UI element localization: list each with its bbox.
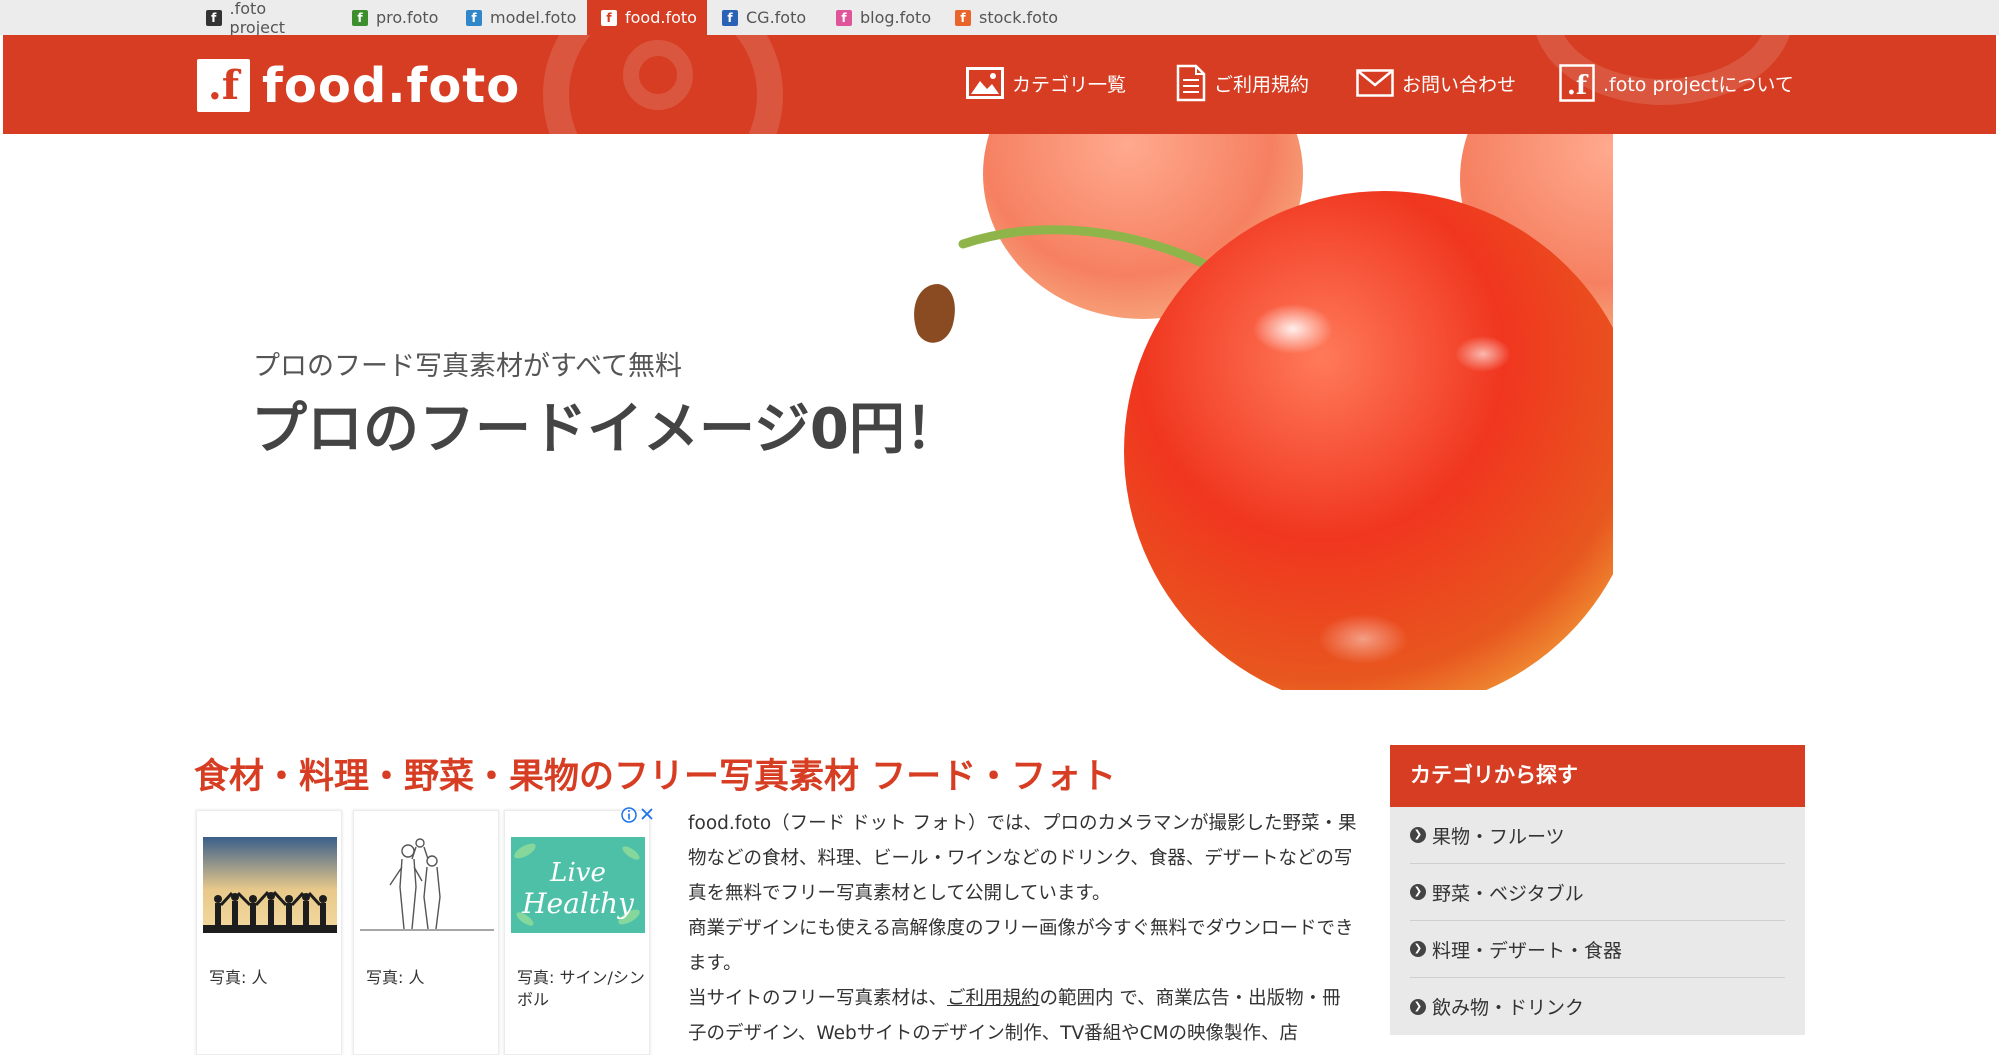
ad-card[interactable]: 写真: 人: [196, 810, 342, 1055]
logo-mark: .f: [197, 59, 250, 112]
nav-categories[interactable]: カテゴリ一覧: [966, 63, 1126, 103]
sidebar-item-fruits[interactable]: ❯ 果物・フルーツ: [1410, 807, 1785, 864]
image-icon: [966, 67, 1004, 99]
ad-image-live-healthy: Live Healthy: [511, 837, 645, 933]
intro-paragraph: food.foto（フード ドット フォト）では、プロのカメラマンが撮影した野菜…: [688, 813, 1357, 904]
sidebar-item-drinks[interactable]: ❯ 飲み物・ドリンク: [1410, 978, 1785, 1035]
stock-foto-icon: f: [955, 9, 971, 26]
chevron-right-icon: ❯: [1410, 998, 1426, 1015]
sidebar-title: カテゴリから探す: [1390, 745, 1805, 807]
sidebar-item-dishes[interactable]: ❯ 料理・デザート・食器: [1410, 921, 1785, 978]
sidebar-item-vegetables[interactable]: ❯ 野菜・ベジタブル: [1410, 864, 1785, 921]
ad-card[interactable]: Live Healthy 写真: サイン/シンボル: [504, 810, 650, 1055]
hero-subtitle: プロのフード写真素材がすべて無料: [253, 351, 683, 382]
intro-paragraph: 当サイトのフリー写真素材は、ご利用規約の範囲内 で、商業広告・出版物・冊子のデザ…: [688, 981, 1358, 1051]
site-tab-label: stock.foto: [979, 8, 1059, 27]
pro-foto-icon: f: [352, 9, 368, 26]
svg-text:Live: Live: [549, 858, 606, 888]
svg-text:.f: .f: [1567, 71, 1589, 101]
intro-paragraph: 商業デザインにも使える高解像度のフリー画像が今すぐ無料でダウンロードできます。: [688, 918, 1354, 974]
ad-info-icon[interactable]: [620, 806, 656, 824]
ad-choices-close[interactable]: [620, 806, 656, 828]
sidebar-item-label: 料理・デザート・食器: [1432, 939, 1623, 962]
nav-about[interactable]: .f .foto projectについて: [1559, 63, 1794, 103]
site-network-bar: f .foto project f pro.foto f model.foto …: [0, 0, 1999, 37]
sidebar-item-label: 野菜・ベジタブル: [1432, 882, 1584, 905]
chevron-right-icon: ❯: [1410, 827, 1426, 843]
chevron-right-icon: ❯: [1410, 941, 1426, 957]
nav-contact[interactable]: お問い合わせ: [1356, 63, 1516, 103]
site-tab-label: .foto project: [229, 0, 286, 37]
mail-icon: [1356, 69, 1394, 97]
ad-caption: 写真: 人: [209, 968, 268, 987]
site-tab-label: blog.foto: [860, 8, 932, 27]
nav-terms[interactable]: ご利用規約: [1176, 63, 1309, 103]
cg-foto-icon: f: [722, 9, 738, 26]
site-tab-label: food.foto: [625, 8, 697, 27]
ad-caption: 写真: 人: [366, 968, 425, 987]
intro-text-segment: 当サイトのフリー写真素材は、: [688, 988, 948, 1009]
page-title: 食材・料理・野菜・果物のフリー写真素材 フード・フォト: [194, 757, 1117, 797]
site-tab-label: CG.foto: [746, 8, 807, 27]
document-icon: [1176, 64, 1206, 102]
site-tab-foto-project[interactable]: f .foto project: [206, 0, 324, 37]
site-tab-cg-foto[interactable]: f CG.foto: [722, 0, 822, 35]
site-tab-pro-foto[interactable]: f pro.foto: [352, 0, 442, 35]
chevron-right-icon: ❯: [1410, 884, 1426, 900]
model-foto-icon: f: [466, 9, 482, 26]
ad-block[interactable]: 写真: 人 写真: 人 Live Healthy 写真: サイン/シンボル: [196, 806, 658, 1055]
foto-logo-icon: .f: [1559, 64, 1595, 102]
food-foto-icon: f: [601, 9, 617, 26]
site-tab-label: model.foto: [490, 8, 577, 27]
site-tab-blog-foto[interactable]: f blog.foto: [836, 0, 936, 35]
ad-caption: 写真: サイン/シンボル: [517, 968, 645, 1009]
ad-image-people-sunset: [203, 837, 337, 933]
site-tab-model-foto[interactable]: f model.foto: [466, 0, 586, 35]
category-sidebar: カテゴリから探す ❯ 果物・フルーツ ❯ 野菜・ベジタブル ❯ 料理・デザート・…: [1390, 745, 1805, 1035]
site-tab-stock-foto[interactable]: f stock.foto: [955, 0, 1065, 35]
nav-label: カテゴリ一覧: [1012, 73, 1127, 96]
sidebar-item-label: 飲み物・ドリンク: [1432, 997, 1585, 1019]
header-decoration: [623, 40, 693, 110]
site-tab-label: pro.foto: [376, 8, 439, 27]
blog-foto-icon: f: [836, 9, 852, 26]
ad-card[interactable]: 写真: 人: [353, 810, 499, 1055]
logo-text: food.foto: [262, 57, 521, 114]
svg-text:Healthy: Healthy: [521, 887, 635, 920]
sidebar-item-label: 果物・フルーツ: [1432, 825, 1565, 848]
hero-title: プロのフードイメージ0円！: [251, 397, 961, 462]
nav-label: お問い合わせ: [1402, 73, 1517, 96]
nav-label: ご利用規約: [1214, 73, 1310, 96]
nav-label: .foto projectについて: [1603, 73, 1794, 96]
terms-link[interactable]: ご利用規約: [947, 988, 1040, 1009]
ad-image-family-sketch: [360, 837, 494, 933]
site-header: .f food.foto カテゴリ一覧 ご利用規約 お問い合わせ .f .fot…: [3, 35, 1996, 134]
intro-text: food.foto（フード ドット フォト）では、プロのカメラマンが撮影した野菜…: [688, 806, 1358, 1051]
foto-project-icon: f: [206, 9, 222, 26]
hero-banner: プロのフード写真素材がすべて無料 プロのフードイメージ0円！: [3, 134, 1996, 690]
site-tab-food-foto[interactable]: f food.foto: [587, 0, 707, 35]
site-logo[interactable]: .f food.foto: [197, 57, 521, 114]
